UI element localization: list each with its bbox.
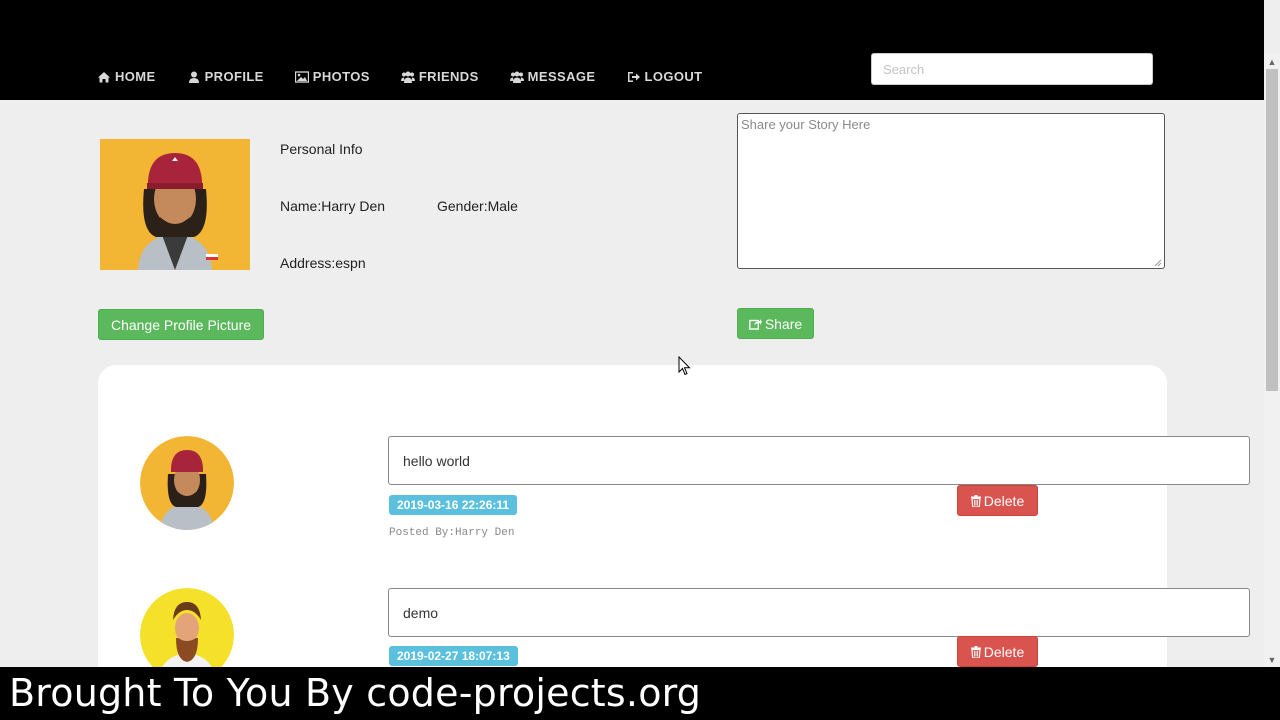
- users-icon: [400, 71, 415, 83]
- change-profile-picture-button[interactable]: Change Profile Picture: [98, 309, 264, 340]
- nav-message[interactable]: MESSAGE: [509, 69, 596, 84]
- nav-friends[interactable]: FRIENDS: [400, 69, 479, 84]
- post-content: demo: [388, 588, 1250, 637]
- scrollbar-thumb[interactable]: [1266, 69, 1278, 391]
- nav-home[interactable]: HOME: [97, 69, 156, 84]
- nav-logout[interactable]: LOGOUT: [627, 69, 703, 84]
- resize-grip-icon[interactable]: [1152, 257, 1162, 267]
- change-profile-picture-label: Change Profile Picture: [110, 316, 252, 333]
- main-nav: HOME PROFILE PHOTOS FRIENDS MESSAGE LOGO…: [97, 69, 734, 84]
- profile-address: Address:espn: [280, 255, 366, 271]
- delete-label: Delete: [983, 643, 1025, 660]
- delete-post-button[interactable]: Delete: [957, 636, 1038, 667]
- post-author: Posted By:Harry Den: [389, 527, 515, 539]
- trash-icon: [970, 645, 981, 658]
- home-icon: [98, 71, 110, 82]
- share-button[interactable]: Share: [737, 308, 814, 339]
- post-date-badge: 2019-02-27 18:07:13: [389, 646, 518, 666]
- users-icon: [509, 71, 524, 83]
- nav-photos[interactable]: PHOTOS: [294, 69, 370, 84]
- post-text: hello world: [403, 452, 470, 469]
- mouse-cursor-icon: [678, 356, 691, 376]
- share-icon: [748, 318, 762, 330]
- scroll-down-arrow-icon[interactable]: ▼: [1264, 653, 1280, 667]
- user-icon: [188, 71, 199, 83]
- personal-info-title: Personal Info: [280, 141, 363, 157]
- profile-picture: [100, 139, 250, 270]
- top-navbar: HOME PROFILE PHOTOS FRIENDS MESSAGE LOGO…: [0, 0, 1264, 100]
- page-scrollbar[interactable]: ▲ ▼: [1264, 53, 1280, 667]
- promo-banner: Brought To You By code-projects.org: [0, 667, 1280, 720]
- delete-post-button[interactable]: Delete: [957, 485, 1038, 516]
- photo-icon: [294, 70, 309, 83]
- story-textarea[interactable]: [737, 113, 1165, 269]
- post-date-badge: 2019-03-16 22:26:11: [389, 495, 518, 515]
- nav-profile-label: PROFILE: [204, 69, 264, 84]
- sign-out-icon: [627, 71, 640, 82]
- posts-feed: hello world 2019-03-16 22:26:11 Posted B…: [98, 365, 1250, 685]
- profile-gender: Gender:Male: [437, 198, 518, 214]
- nav-friends-label: FRIENDS: [418, 69, 479, 84]
- nav-message-label: MESSAGE: [527, 69, 596, 84]
- nav-photos-label: PHOTOS: [312, 69, 370, 84]
- profile-name: Name:Harry Den: [280, 198, 386, 214]
- nav-profile[interactable]: PROFILE: [187, 69, 264, 84]
- post-text: demo: [403, 604, 439, 621]
- scroll-up-arrow-icon[interactable]: ▲: [1264, 55, 1280, 69]
- search-input[interactable]: [871, 53, 1153, 85]
- trash-icon: [970, 494, 981, 507]
- post-content: hello world: [388, 436, 1250, 485]
- banner-text: Brought To You By code-projects.org: [9, 671, 702, 715]
- delete-label: Delete: [983, 492, 1025, 509]
- nav-home-label: HOME: [115, 69, 156, 84]
- nav-logout-label: LOGOUT: [644, 69, 703, 84]
- share-label: Share: [764, 315, 803, 332]
- post-avatar: [140, 436, 234, 530]
